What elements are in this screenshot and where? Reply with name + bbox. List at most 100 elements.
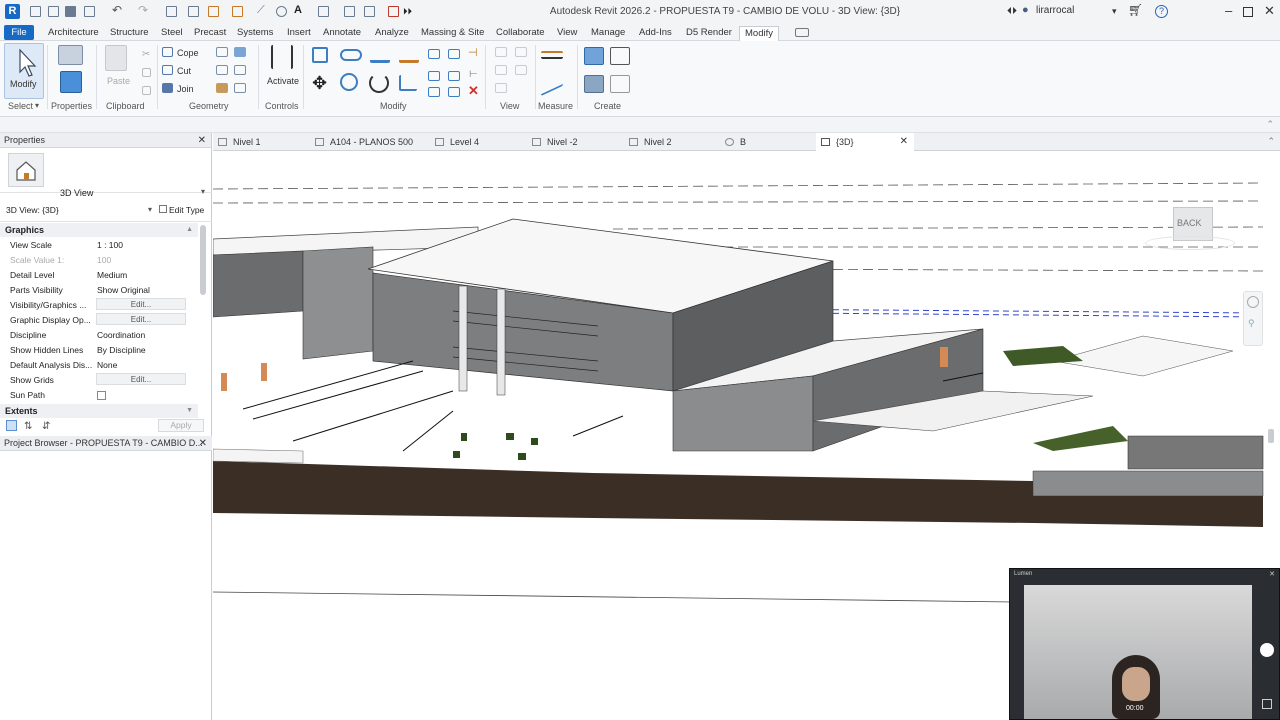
tab-modify[interactable]: Modify <box>739 26 779 41</box>
prop-value[interactable]: Show Original <box>97 285 150 295</box>
create-similar-icon[interactable] <box>610 75 630 93</box>
prop-hidden-lines[interactable]: Show Hidden Lines By Discipline <box>0 342 198 357</box>
pin-icon[interactable]: ⊣ <box>468 46 478 59</box>
tab-structure[interactable]: Structure <box>110 27 149 38</box>
instance-selector[interactable]: 3D View: {3D} <box>6 205 59 215</box>
close-view-tab-icon[interactable]: ✕ <box>900 133 908 151</box>
navigation-bar[interactable]: ⚲ <box>1243 291 1263 346</box>
new-icon[interactable] <box>48 6 59 17</box>
prop-visibility-graphics[interactable]: Visibility/Graphics ... Edit... <box>0 297 198 312</box>
trim-multiple-icon[interactable] <box>448 87 460 97</box>
offset-icon[interactable] <box>340 49 362 61</box>
viewport-scrollbar[interactable] <box>1268 429 1274 443</box>
reveal-icon[interactable] <box>495 83 507 93</box>
join-icon[interactable] <box>162 83 173 93</box>
prop-show-grids[interactable]: Show Grids Edit... <box>0 372 198 387</box>
filter-icon[interactable]: ⇵ <box>42 421 50 432</box>
paste-icon[interactable] <box>105 45 127 71</box>
zoom-icon[interactable]: ⚲ <box>1248 318 1255 329</box>
select-dropdown[interactable]: Select <box>8 101 33 111</box>
help-icon[interactable]: ? <box>1155 5 1168 18</box>
tab-file[interactable]: File <box>4 25 34 40</box>
ribbon-options-icon[interactable] <box>795 28 809 37</box>
prop-value[interactable]: Coordination <box>97 330 145 340</box>
expand-icon[interactable]: ▼ <box>186 404 193 418</box>
view-tab-level-4[interactable]: Level 4 <box>430 133 526 151</box>
dimension-icon[interactable] <box>232 6 243 17</box>
edit-type-button[interactable]: Edit Type <box>159 205 204 215</box>
extents-section[interactable]: Extents ▼ <box>0 404 198 418</box>
close-window-icon[interactable]: ✕ <box>1264 3 1275 19</box>
close-properties-icon[interactable]: ✕ <box>198 133 206 148</box>
tag-icon[interactable]: ⟋ <box>257 4 268 16</box>
align-tool-icon[interactable] <box>312 47 328 63</box>
prop-analysis-display[interactable]: Default Analysis Dis... None <box>0 357 198 372</box>
create-assembly-icon[interactable] <box>584 75 604 93</box>
webcam-control-icon[interactable] <box>1260 643 1274 657</box>
tab-analyze[interactable]: Analyze <box>375 27 409 38</box>
prop-detail-level[interactable]: Detail Level Medium <box>0 267 198 282</box>
nav-arrows-icon[interactable]: ⏴⏵ <box>1007 6 1017 17</box>
dimension-tool-icon[interactable] <box>541 69 563 97</box>
remove-paint-icon[interactable] <box>216 83 228 93</box>
measure-icon[interactable] <box>188 6 199 17</box>
mirror-draw-icon[interactable] <box>399 47 419 63</box>
graphics-section[interactable]: Graphics ▲ <box>0 223 198 237</box>
modify-button[interactable]: Modify <box>4 43 44 99</box>
type-properties-icon[interactable] <box>58 45 83 65</box>
tab-precast[interactable]: Precast <box>194 27 226 38</box>
align-icon[interactable] <box>208 6 219 17</box>
view-tab-b[interactable]: B <box>720 133 816 151</box>
webcam-expand-icon[interactable] <box>1262 699 1272 709</box>
3d-view-icon[interactable] <box>318 6 329 17</box>
wall-joins-icon[interactable] <box>216 65 228 75</box>
type-dropdown-icon[interactable]: ▾ <box>201 187 205 196</box>
select-chevron-icon[interactable]: ▾ <box>35 101 39 110</box>
minimize-icon[interactable]: – <box>1225 3 1232 18</box>
demolish-icon[interactable] <box>234 65 246 75</box>
view-tabs-menu-icon[interactable]: ⌃ <box>1267 136 1275 147</box>
copy-element-icon[interactable] <box>340 73 358 91</box>
user-dropdown-icon[interactable]: ▾ <box>1112 6 1117 17</box>
viewcube-compass[interactable] <box>1145 236 1235 250</box>
instance-dropdown-icon[interactable]: ▾ <box>148 205 152 214</box>
split-face-icon[interactable] <box>216 47 228 57</box>
prop-discipline[interactable]: Discipline Coordination <box>0 327 198 342</box>
create-part-icon[interactable] <box>584 47 604 65</box>
cut-clip-icon[interactable]: ✂ <box>142 49 150 60</box>
sun-path-checkbox[interactable] <box>97 391 106 400</box>
tab-view[interactable]: View <box>557 27 577 38</box>
cope-label[interactable]: Cope <box>177 48 199 58</box>
section-icon[interactable] <box>344 6 355 17</box>
save-icon[interactable] <box>65 6 76 17</box>
join-label[interactable]: Join <box>177 84 194 94</box>
webcam-close-icon[interactable]: ✕ <box>1269 570 1275 578</box>
isolate-icon[interactable] <box>515 65 527 75</box>
tab-annotate[interactable]: Annotate <box>323 27 361 38</box>
maximize-icon[interactable] <box>1243 7 1253 17</box>
activate-icon[interactable] <box>271 45 293 69</box>
delete-icon[interactable]: ✕ <box>468 83 479 99</box>
view-tab-nivel-2[interactable]: Nivel 2 <box>624 133 720 151</box>
cut-icon[interactable] <box>162 65 173 75</box>
move-icon[interactable]: ✥ <box>312 73 327 94</box>
type-selector[interactable]: 3D View ▾ <box>0 149 212 198</box>
qat-overflow-icon[interactable]: ⏵⏵ <box>403 6 414 17</box>
scale-icon[interactable] <box>448 71 460 81</box>
activate-label[interactable]: Activate <box>267 76 299 86</box>
tab-massing-site[interactable]: Massing & Site <box>421 27 484 38</box>
open-icon[interactable] <box>30 6 41 17</box>
tab-manage[interactable]: Manage <box>591 27 625 38</box>
tab-collaborate[interactable]: Collaborate <box>496 27 545 38</box>
properties-help-icon[interactable] <box>6 420 17 431</box>
spot-icon[interactable] <box>276 6 287 17</box>
properties-scrollbar[interactable] <box>200 225 206 295</box>
steering-wheel-icon[interactable] <box>1247 296 1259 308</box>
view-tab-nivel-1[interactable]: Nivel 1 <box>213 133 310 151</box>
create-group-icon[interactable] <box>610 47 630 65</box>
prop-value[interactable]: None <box>97 360 117 370</box>
cope-icon[interactable] <box>162 47 173 57</box>
tab-systems[interactable]: Systems <box>237 27 273 38</box>
mirror-pick-icon[interactable] <box>370 47 390 63</box>
tab-add-ins[interactable]: Add-Ins <box>639 27 672 38</box>
